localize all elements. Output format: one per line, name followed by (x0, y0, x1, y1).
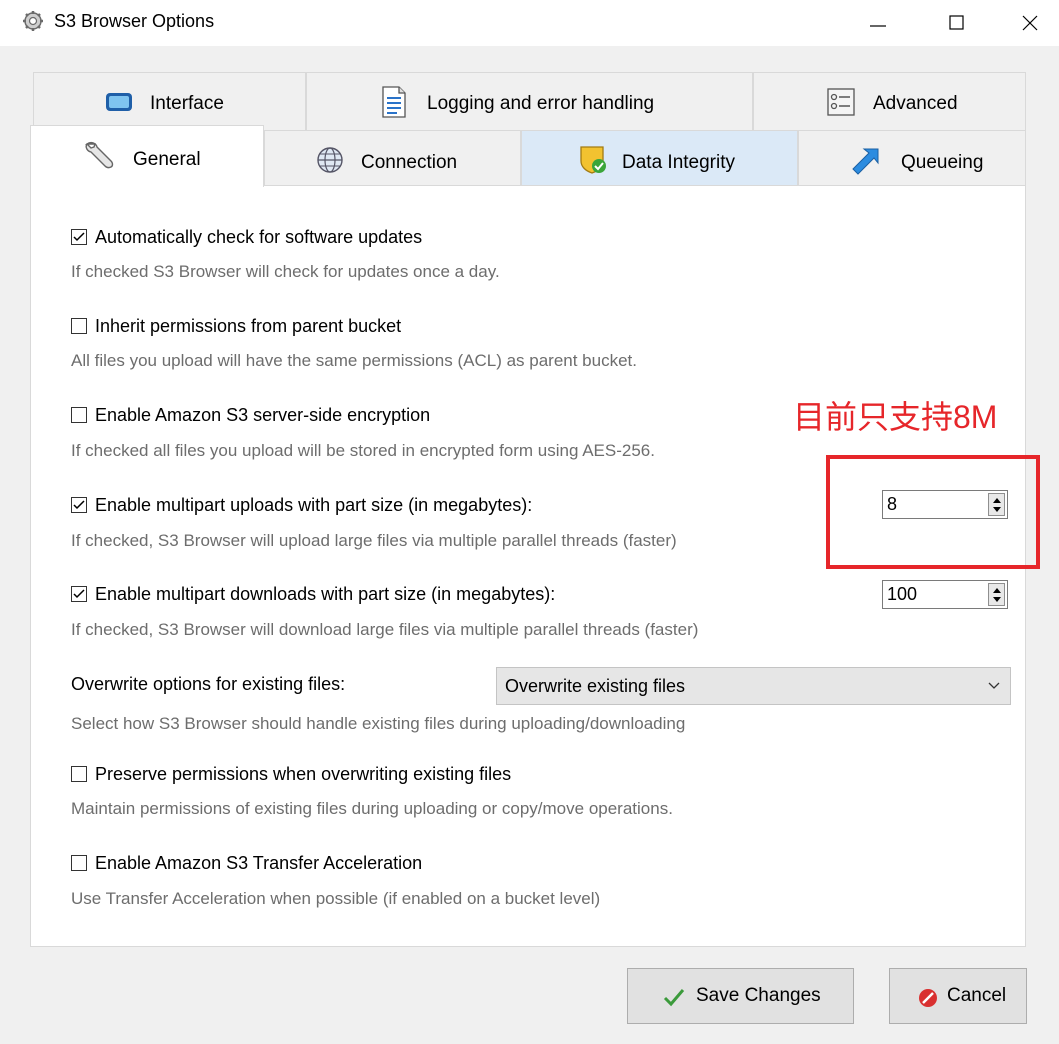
preserve-permissions-checkbox[interactable] (71, 766, 87, 782)
tab-advanced[interactable]: Advanced (753, 72, 1026, 130)
wrench-icon (81, 138, 114, 169)
document-icon (379, 85, 409, 118)
window-title: S3 Browser Options (54, 11, 215, 31)
annotation-highlight-box (826, 455, 1040, 569)
close-button[interactable] (1000, 0, 1059, 46)
auto-update-checkbox[interactable] (71, 229, 87, 245)
overwrite-options-label: Overwrite options for existing files: (71, 674, 346, 694)
chevron-down-icon (988, 682, 1000, 689)
globe-icon (315, 145, 345, 175)
overwrite-options-dropdown[interactable]: Overwrite existing files (496, 667, 1011, 705)
download-part-size-stepper[interactable] (882, 580, 1008, 609)
tab-label: Logging and error handling (427, 93, 655, 114)
maximize-icon (949, 15, 964, 30)
multipart-download-checkbox[interactable] (71, 586, 87, 602)
up-arrow-icon[interactable] (992, 586, 1002, 594)
inherit-permissions-label: Inherit permissions from parent bucket (95, 316, 402, 336)
encryption-option[interactable]: Enable Amazon S3 server-side encryption (71, 405, 430, 426)
tab-label: Data Integrity (622, 152, 735, 173)
multipart-upload-description: If checked, S3 Browser will upload large… (71, 531, 677, 550)
monitor-icon (104, 88, 134, 118)
cancel-icon (919, 989, 937, 1007)
multipart-upload-option[interactable]: Enable multipart uploads with part size … (71, 495, 532, 516)
tab-data-integrity[interactable]: Data Integrity (521, 130, 798, 186)
multipart-upload-checkbox[interactable] (71, 497, 87, 513)
close-icon (1022, 15, 1038, 31)
multipart-download-option[interactable]: Enable multipart downloads with part siz… (71, 584, 555, 605)
tab-label: General (133, 149, 201, 170)
inherit-permissions-option[interactable]: Inherit permissions from parent bucket (71, 316, 401, 337)
preserve-permissions-description: Maintain permissions of existing files d… (71, 799, 673, 818)
tab-queueing[interactable]: Queueing (798, 130, 1026, 186)
encryption-checkbox[interactable] (71, 407, 87, 423)
inherit-permissions-description: All files you upload will have the same … (71, 351, 637, 370)
minimize-button[interactable] (848, 0, 908, 46)
transfer-acceleration-option[interactable]: Enable Amazon S3 Transfer Acceleration (71, 853, 422, 874)
auto-update-option[interactable]: Automatically check for software updates (71, 227, 422, 248)
overwrite-selected-value: Overwrite existing files (505, 676, 686, 696)
inherit-permissions-checkbox[interactable] (71, 318, 87, 334)
transfer-acceleration-label: Enable Amazon S3 Transfer Acceleration (95, 853, 423, 873)
title-bar: S3 Browser Options (0, 0, 1059, 46)
multipart-download-description: If checked, S3 Browser will download lar… (71, 620, 699, 639)
save-changes-label: Save Changes (696, 985, 821, 1006)
tab-label: Interface (150, 93, 224, 114)
tab-logging[interactable]: Logging and error handling (306, 72, 753, 130)
tab-general[interactable]: General (30, 125, 264, 187)
save-changes-button[interactable]: Save Changes (627, 968, 854, 1024)
tab-label: Connection (361, 152, 458, 173)
transfer-acceleration-description: Use Transfer Acceleration when possible … (71, 889, 601, 908)
download-part-size-input[interactable] (885, 583, 975, 605)
settings-list-icon (826, 87, 856, 117)
multipart-download-label: Enable multipart downloads with part siz… (95, 584, 556, 604)
auto-update-description: If checked S3 Browser will check for upd… (71, 262, 500, 281)
encryption-description: If checked all files you upload will be … (71, 441, 655, 460)
overwrite-description: Select how S3 Browser should handle exis… (71, 714, 686, 733)
minimize-icon (870, 25, 886, 27)
transfer-acceleration-checkbox[interactable] (71, 855, 87, 871)
maximize-button[interactable] (927, 0, 987, 46)
shield-check-icon (577, 143, 607, 174)
annotation-text: 目前只支持8M (793, 399, 998, 435)
tab-label: Queueing (901, 152, 984, 173)
tab-connection[interactable]: Connection (264, 130, 521, 186)
tab-interface[interactable]: Interface (33, 72, 306, 130)
cancel-button[interactable]: Cancel (889, 968, 1027, 1024)
download-spin-arrows[interactable] (988, 583, 1005, 606)
auto-update-label: Automatically check for software updates (95, 227, 423, 247)
preserve-permissions-option[interactable]: Preserve permissions when overwriting ex… (71, 764, 511, 785)
multipart-upload-label: Enable multipart uploads with part size … (95, 495, 533, 515)
down-arrow-icon[interactable] (992, 596, 1002, 604)
preserve-permissions-label: Preserve permissions when overwriting ex… (95, 764, 512, 784)
cancel-label: Cancel (947, 985, 1007, 1006)
encryption-label: Enable Amazon S3 server-side encryption (95, 405, 431, 425)
tab-label: Advanced (873, 93, 958, 114)
checkmark-icon (663, 989, 685, 1007)
gear-icon (22, 10, 44, 32)
arrow-up-right-icon (849, 143, 879, 175)
